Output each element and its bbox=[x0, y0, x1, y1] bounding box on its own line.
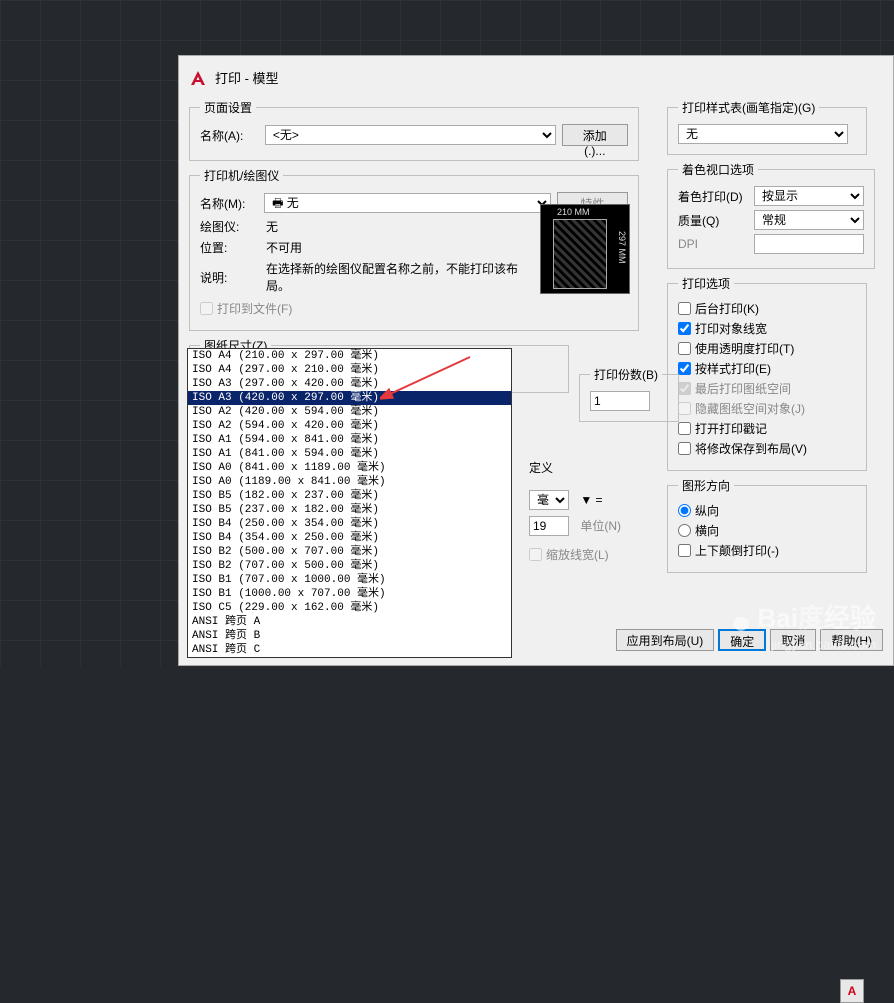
preview-width-label: 210 MM bbox=[557, 207, 590, 217]
paper-size-dropdown[interactable]: ISO A4 (210.00 x 297.00 毫米)ISO A4 (297.0… bbox=[187, 348, 512, 658]
save-layout-checkbox[interactable] bbox=[678, 442, 691, 455]
dpi-label: DPI bbox=[678, 237, 748, 251]
location-value: 不可用 bbox=[266, 239, 302, 256]
unit-label: 单位(N) bbox=[580, 519, 621, 533]
paper-preview: 210 MM 297 MM bbox=[540, 204, 630, 294]
paper-size-option[interactable]: ANSI 跨页 B bbox=[188, 629, 511, 643]
shade-legend: 着色视口选项 bbox=[678, 161, 758, 178]
mm-select[interactable]: 毫米 bbox=[529, 490, 569, 510]
preview-paper-icon bbox=[553, 219, 607, 289]
define-label: 定义 bbox=[529, 461, 553, 475]
scale-lineweight-label: 缩放线宽(L) bbox=[546, 546, 609, 563]
page-name-select[interactable]: <无> bbox=[265, 125, 556, 145]
desc-value: 在选择新的绘图仪配置名称之前，不能打印该布局。 bbox=[266, 260, 536, 294]
paper-size-option[interactable]: ISO A3 (297.00 x 420.00 毫米) bbox=[188, 377, 511, 391]
stamp-checkbox[interactable] bbox=[678, 422, 691, 435]
plot-style-group: 打印样式表(画笔指定)(G) 无 bbox=[667, 99, 867, 155]
portrait-radio[interactable] bbox=[678, 504, 691, 517]
paper-size-option[interactable]: ISO A1 (594.00 x 841.00 毫米) bbox=[188, 433, 511, 447]
copies-input[interactable] bbox=[590, 391, 650, 411]
paper-size-option[interactable]: ANSI 跨页 A bbox=[188, 615, 511, 629]
save-layout-label: 将修改保存到布局(V) bbox=[695, 440, 807, 457]
portrait-label: 纵向 bbox=[695, 502, 719, 519]
plotter-label: 绘图仪: bbox=[200, 218, 260, 235]
unit-value-input[interactable] bbox=[529, 516, 569, 536]
copies-group: 打印份数(B) bbox=[579, 366, 679, 422]
plotter-value: 无 bbox=[266, 218, 278, 235]
paper-size-option[interactable]: ISO B1 (707.00 x 1000.00 毫米) bbox=[188, 573, 511, 587]
paper-size-option[interactable]: ISO B4 (354.00 x 250.00 毫米) bbox=[188, 531, 511, 545]
upside-checkbox[interactable] bbox=[678, 544, 691, 557]
style-print-checkbox[interactable] bbox=[678, 362, 691, 375]
quality-label: 质量(Q) bbox=[678, 212, 748, 229]
page-name-label: 名称(A): bbox=[200, 127, 259, 144]
shade-plot-label: 着色打印(D) bbox=[678, 188, 748, 205]
paper-size-option[interactable]: ISO B2 (500.00 x 707.00 毫米) bbox=[188, 545, 511, 559]
ok-button[interactable]: 确定 bbox=[718, 629, 766, 651]
dialog-title: 打印 - 模型 bbox=[215, 68, 279, 87]
plot-style-select[interactable]: 无 bbox=[678, 124, 848, 144]
paper-size-option[interactable]: ISO A0 (841.00 x 1189.00 毫米) bbox=[188, 461, 511, 475]
paper-size-option[interactable]: ANSI 跨页 C bbox=[188, 643, 511, 657]
orientation-legend: 图形方向 bbox=[678, 477, 734, 494]
scale-lineweight-checkbox bbox=[529, 548, 542, 561]
apply-layout-button[interactable]: 应用到布局(U) bbox=[616, 629, 715, 651]
paper-size-option[interactable]: ISO A3 (420.00 x 297.00 毫米) bbox=[188, 391, 511, 405]
hide-paper-checkbox bbox=[678, 402, 691, 415]
paper-size-option[interactable]: ISO B4 (250.00 x 354.00 毫米) bbox=[188, 517, 511, 531]
style-print-label: 按样式打印(E) bbox=[695, 360, 771, 377]
stamp-label: 打开打印戳记 bbox=[695, 420, 767, 437]
paper-size-option[interactable]: ISO A2 (420.00 x 594.00 毫米) bbox=[188, 405, 511, 419]
paper-size-option[interactable]: ISO A0 (1189.00 x 841.00 毫米) bbox=[188, 475, 511, 489]
paper-size-option[interactable]: ISO A1 (841.00 x 594.00 毫米) bbox=[188, 447, 511, 461]
landscape-radio[interactable] bbox=[678, 524, 691, 537]
transparency-label: 使用透明度打印(T) bbox=[695, 340, 794, 357]
paper-size-option[interactable]: ISO B5 (237.00 x 182.00 毫米) bbox=[188, 503, 511, 517]
cancel-button[interactable]: 取消 bbox=[770, 629, 816, 651]
printer-group: 打印机/绘图仪 名称(M): 🖶 无 特性(R)... 绘图仪: 无 位置: 不… bbox=[189, 167, 639, 331]
orientation-group: 图形方向 纵向 横向 上下颠倒打印(-) A bbox=[667, 477, 867, 573]
preview-height-label: 297 MM bbox=[617, 231, 627, 264]
printer-name-label: 名称(M): bbox=[200, 195, 258, 212]
plot-style-legend: 打印样式表(画笔指定)(G) bbox=[678, 99, 819, 116]
paper-size-option[interactable]: ISO A2 (594.00 x 420.00 毫米) bbox=[188, 419, 511, 433]
help-button[interactable]: 帮助(H) bbox=[820, 629, 883, 651]
paper-last-label: 最后打印图纸空间 bbox=[695, 380, 791, 397]
linewidth-checkbox[interactable] bbox=[678, 322, 691, 335]
paper-size-option[interactable]: ISO A4 (210.00 x 297.00 毫米) bbox=[188, 349, 511, 363]
hide-paper-label: 隐藏图纸空间对象(J) bbox=[695, 400, 805, 417]
linewidth-label: 打印对象线宽 bbox=[695, 320, 767, 337]
paper-size-option[interactable]: ISO B5 (182.00 x 237.00 毫米) bbox=[188, 489, 511, 503]
quality-select[interactable]: 常规 bbox=[754, 210, 864, 230]
copies-legend: 打印份数(B) bbox=[590, 366, 662, 383]
transparency-checkbox[interactable] bbox=[678, 342, 691, 355]
dpi-input bbox=[754, 234, 864, 254]
plot-options-legend: 打印选项 bbox=[678, 275, 734, 292]
paper-size-option[interactable]: ISO C5 (229.00 x 162.00 毫米) bbox=[188, 601, 511, 615]
paper-size-option[interactable]: ISO B1 (1000.00 x 707.00 毫米) bbox=[188, 587, 511, 601]
page-setup-legend: 页面设置 bbox=[200, 99, 256, 116]
expand-a-icon[interactable]: A bbox=[840, 979, 864, 1003]
bg-print-checkbox[interactable] bbox=[678, 302, 691, 315]
upside-label: 上下颠倒打印(-) bbox=[695, 542, 779, 559]
shade-plot-select[interactable]: 按显示 bbox=[754, 186, 864, 206]
page-setup-group: 页面设置 名称(A): <无> 添加(.)... bbox=[189, 99, 639, 161]
paper-size-option[interactable]: ISO B2 (707.00 x 500.00 毫米) bbox=[188, 559, 511, 573]
paper-size-option[interactable]: ANSI 跨页 D bbox=[188, 657, 511, 658]
printer-legend: 打印机/绘图仪 bbox=[200, 167, 283, 184]
landscape-label: 横向 bbox=[695, 522, 719, 539]
bg-print-label: 后台打印(K) bbox=[695, 300, 759, 317]
plot-options-group: 打印选项 后台打印(K) 打印对象线宽 使用透明度打印(T) 按样式打印(E) … bbox=[667, 275, 867, 471]
add-button[interactable]: 添加(.)... bbox=[562, 124, 629, 146]
shade-group: 着色视口选项 着色打印(D) 按显示 质量(Q) 常规 DPI bbox=[667, 161, 875, 269]
print-to-file-checkbox bbox=[200, 302, 213, 315]
print-to-file-label: 打印到文件(F) bbox=[217, 300, 292, 317]
desc-label: 说明: bbox=[200, 269, 260, 286]
autocad-logo-icon bbox=[189, 69, 207, 87]
paper-size-option[interactable]: ISO A4 (297.00 x 210.00 毫米) bbox=[188, 363, 511, 377]
printer-name-select[interactable]: 🖶 无 bbox=[264, 193, 551, 213]
location-label: 位置: bbox=[200, 239, 260, 256]
paper-last-checkbox bbox=[678, 382, 691, 395]
